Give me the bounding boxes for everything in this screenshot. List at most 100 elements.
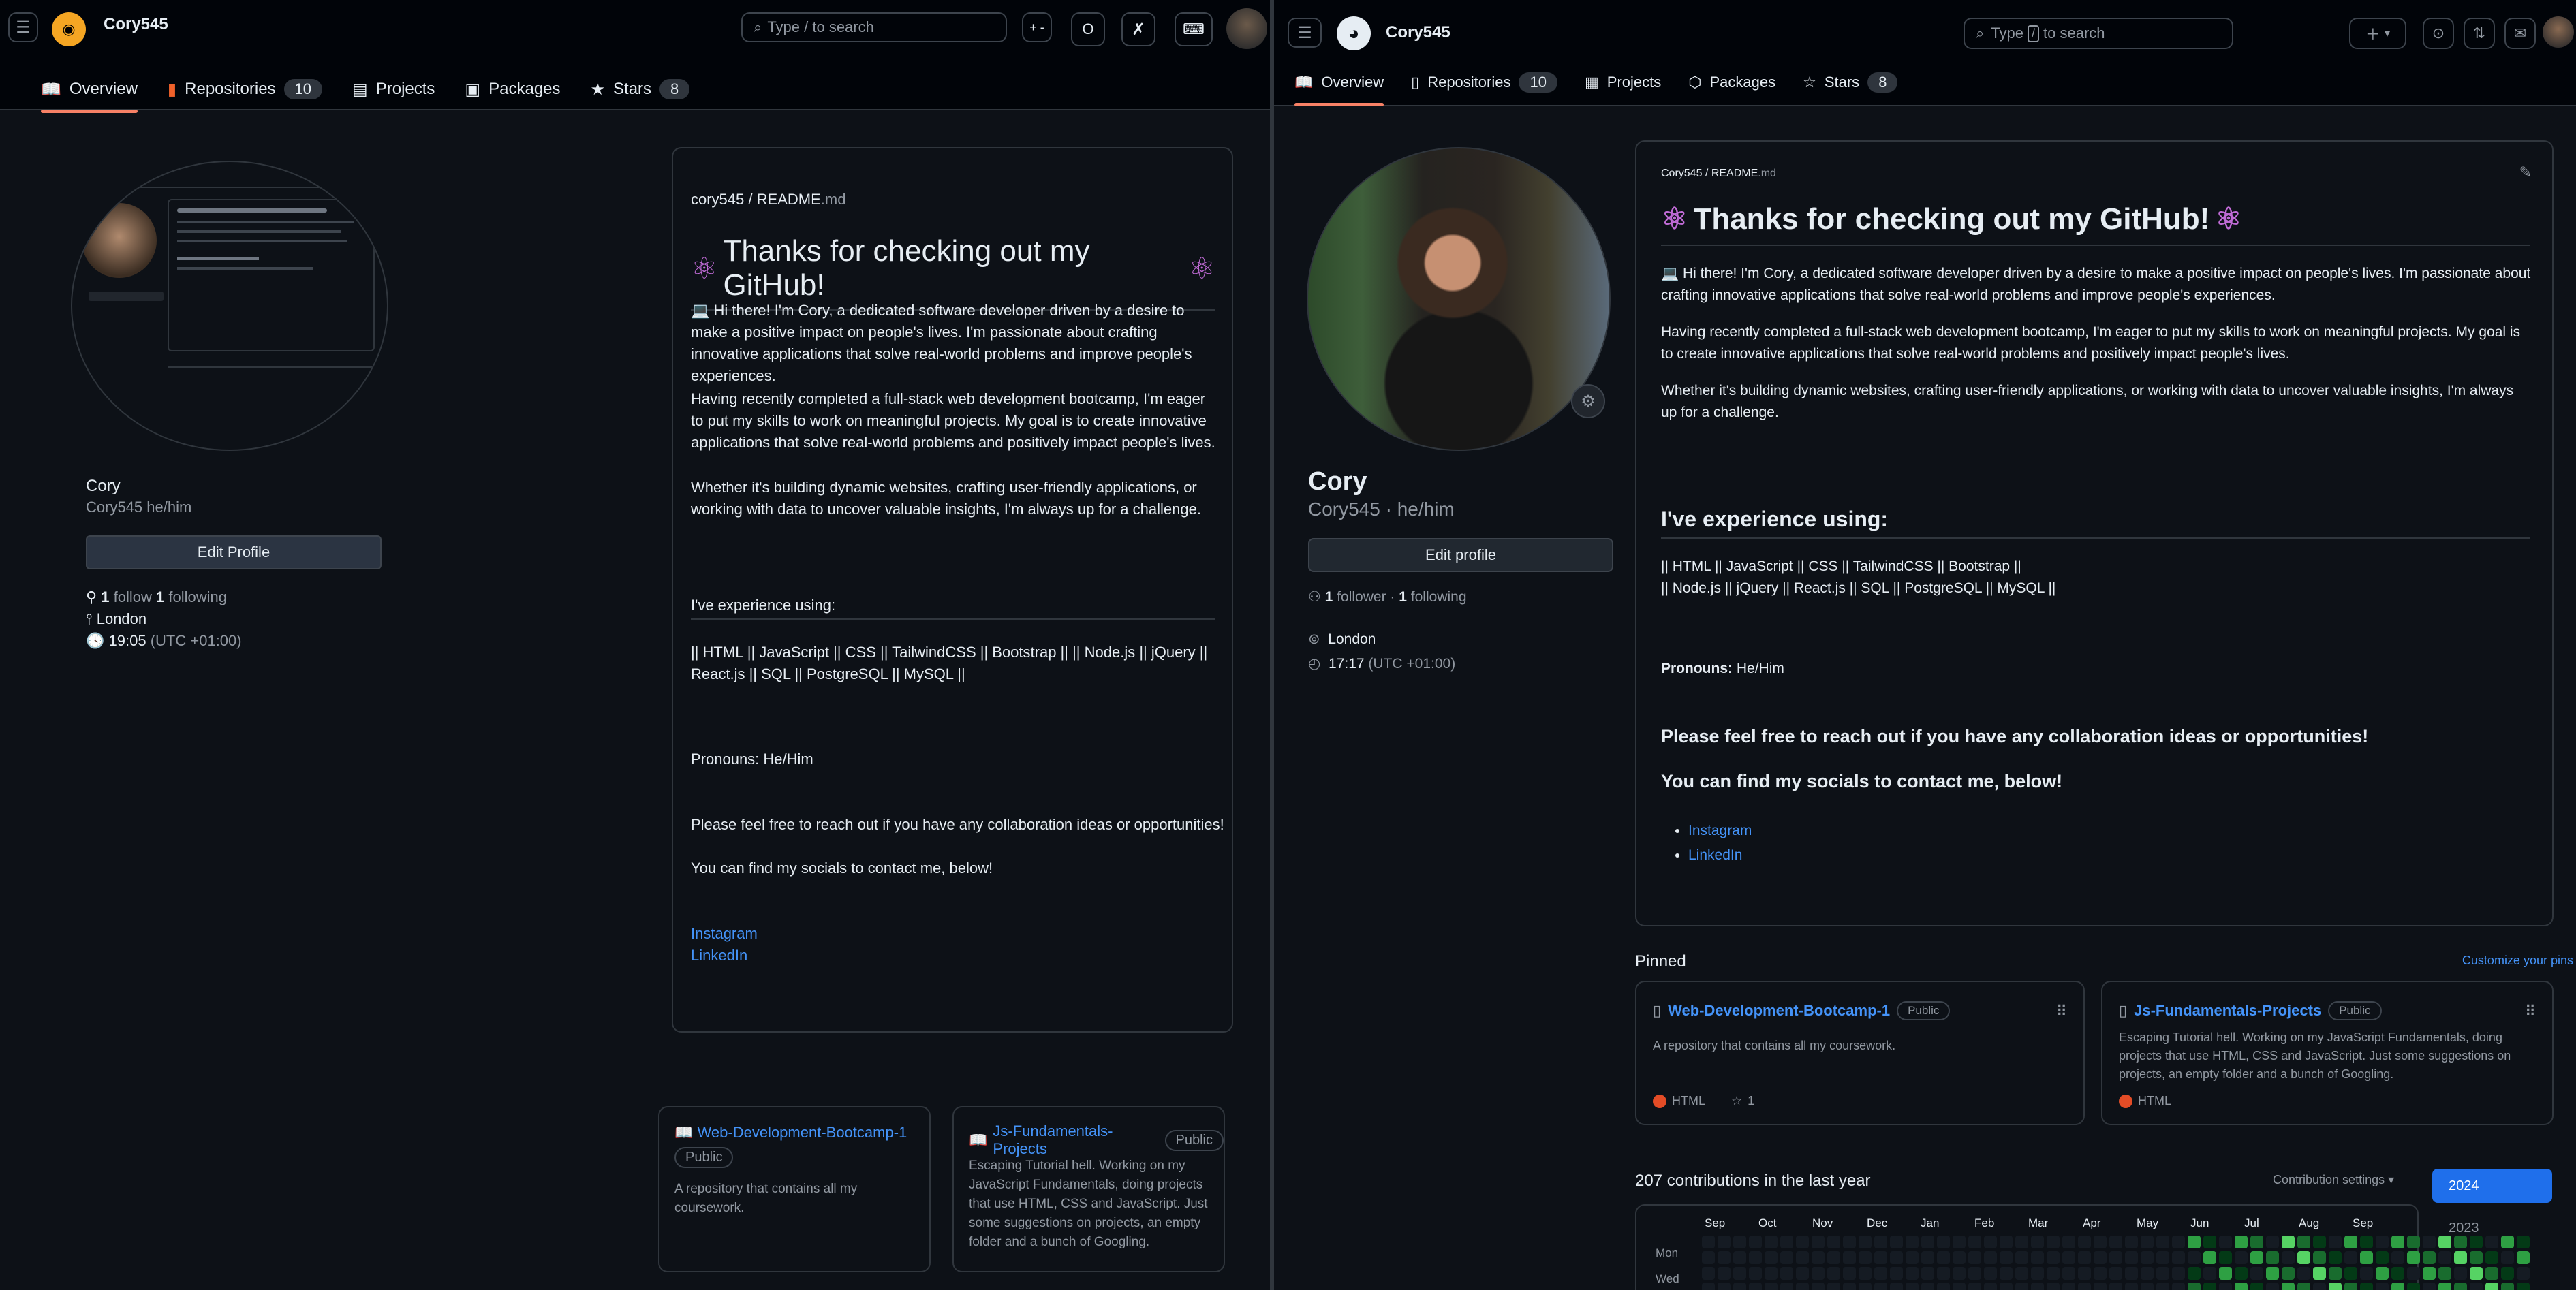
contribution-cell[interactable] (2047, 1251, 2060, 1264)
contribution-cell[interactable] (2438, 1236, 2451, 1248)
contribution-cell[interactable] (2344, 1267, 2357, 1280)
contribution-cell[interactable] (2172, 1267, 2185, 1280)
contribution-cell[interactable] (2282, 1236, 2295, 1248)
contribution-cell[interactable] (2219, 1283, 2232, 1290)
contribution-cell[interactable] (2109, 1283, 2122, 1290)
contribution-cell[interactable] (2062, 1267, 2075, 1280)
contribution-cell[interactable] (2188, 1283, 2201, 1290)
contribution-cell[interactable] (1890, 1283, 1903, 1290)
contribution-cell[interactable] (1968, 1283, 1981, 1290)
contribution-cell[interactable] (2250, 1236, 2263, 1248)
contribution-cell[interactable] (2062, 1251, 2075, 1264)
contribution-cell[interactable] (2470, 1267, 2483, 1280)
contribution-cell[interactable] (2062, 1283, 2075, 1290)
contribution-cell[interactable] (1718, 1251, 1731, 1264)
readme-file-link[interactable]: README (757, 191, 821, 208)
customize-pins-link[interactable]: Customize your pins (2462, 954, 2573, 968)
contribution-cell[interactable] (1906, 1251, 1919, 1264)
contribution-cell[interactable] (1937, 1283, 1950, 1290)
contribution-cell[interactable] (2235, 1236, 2248, 1248)
github-logo-icon[interactable]: ◉ (52, 12, 86, 46)
contribution-cell[interactable] (2094, 1251, 2107, 1264)
contribution-cell[interactable] (2517, 1283, 2530, 1290)
contribution-cell[interactable] (1812, 1251, 1825, 1264)
contribution-cell[interactable] (2141, 1267, 2154, 1280)
contribution-cell[interactable] (2141, 1251, 2154, 1264)
contribution-cell[interactable] (2000, 1236, 2013, 1248)
contribution-cell[interactable] (2141, 1236, 2154, 1248)
contribution-cell[interactable] (2031, 1251, 2044, 1264)
contribution-cell[interactable] (1843, 1251, 1856, 1264)
contribution-cell[interactable] (2485, 1267, 2498, 1280)
github-logo-icon[interactable]: ◕ (1337, 16, 1371, 50)
contribution-cell[interactable] (1937, 1251, 1950, 1264)
contribution-cell[interactable] (1765, 1283, 1778, 1290)
contribution-cell[interactable] (2219, 1251, 2232, 1264)
contribution-cell[interactable] (2188, 1236, 2201, 1248)
tab-stars[interactable]: ☆ Stars 8 (1803, 72, 1898, 93)
contribution-cell[interactable] (1765, 1267, 1778, 1280)
contribution-cell[interactable] (2000, 1283, 2013, 1290)
profile-avatar[interactable] (71, 161, 388, 451)
contribution-cell[interactable] (1874, 1236, 1887, 1248)
contribution-cell[interactable] (1874, 1283, 1887, 1290)
contribution-cell[interactable] (2485, 1251, 2498, 1264)
contribution-cell[interactable] (1906, 1236, 1919, 1248)
contribution-cell[interactable] (2501, 1267, 2514, 1280)
contribution-cell[interactable] (2344, 1251, 2357, 1264)
contribution-cell[interactable] (1843, 1267, 1856, 1280)
inbox-button[interactable]: ⌨ (1175, 12, 1213, 46)
contribution-cell[interactable] (2438, 1267, 2451, 1280)
year-2023-button[interactable]: 2023 (2449, 1221, 2479, 1236)
contribution-cell[interactable] (2047, 1267, 2060, 1280)
search-input[interactable]: ⌕ Type / to search (741, 12, 1007, 42)
contribution-cell[interactable] (2062, 1236, 2075, 1248)
contribution-cell[interactable] (2470, 1283, 2483, 1290)
contribution-cell[interactable] (2078, 1251, 2091, 1264)
contribution-cell[interactable] (1921, 1267, 1934, 1280)
contribution-cell[interactable] (1796, 1251, 1809, 1264)
header-username[interactable]: Cory545 (1386, 23, 1450, 42)
contribution-cell[interactable] (2203, 1267, 2216, 1280)
tab-overview[interactable]: 📖 Overview (41, 79, 138, 113)
contribution-cell[interactable] (2015, 1267, 2028, 1280)
user-avatar-small[interactable] (1226, 8, 1267, 49)
inbox-button[interactable]: ✉ (2504, 18, 2536, 49)
contribution-settings-button[interactable]: Contribution settings ▾ (2273, 1173, 2394, 1187)
contribution-cell[interactable] (2109, 1267, 2122, 1280)
contribution-cell[interactable] (2031, 1236, 2044, 1248)
contribution-cell[interactable] (2297, 1283, 2310, 1290)
contribution-cell[interactable] (1953, 1236, 1966, 1248)
header-username[interactable]: Cory545 (104, 15, 168, 34)
contribution-cell[interactable] (2282, 1283, 2295, 1290)
contribution-cell[interactable] (2172, 1251, 2185, 1264)
contribution-cell[interactable] (1984, 1283, 1997, 1290)
contribution-cell[interactable] (2219, 1236, 2232, 1248)
contribution-cell[interactable] (2313, 1267, 2326, 1280)
contribution-cell[interactable] (1812, 1236, 1825, 1248)
contribution-cell[interactable] (2172, 1283, 2185, 1290)
profile-avatar[interactable] (1307, 147, 1611, 451)
tab-packages[interactable]: ▣ Packages (465, 79, 560, 99)
pull-requests-button[interactable]: ✗ (1121, 12, 1155, 46)
set-status-button[interactable]: ⚙ (1571, 384, 1605, 418)
tab-stars[interactable]: ★ Stars 8 (591, 79, 690, 99)
tab-projects[interactable]: ▤ Projects (352, 79, 435, 99)
pull-requests-button[interactable]: ⇅ (2464, 18, 2495, 49)
contribution-cell[interactable] (1890, 1267, 1903, 1280)
contribution-cell[interactable] (2141, 1283, 2154, 1290)
contribution-cell[interactable] (1827, 1267, 1840, 1280)
contribution-cell[interactable] (2407, 1236, 2420, 1248)
edit-profile-button[interactable]: Edit Profile (86, 535, 382, 569)
contribution-cell[interactable] (1718, 1283, 1731, 1290)
contribution-cell[interactable] (2156, 1267, 2169, 1280)
contribution-cell[interactable] (1780, 1236, 1793, 1248)
pinned-repo-link[interactable]: Js-Fundamentals-Projects (993, 1122, 1159, 1158)
contribution-cell[interactable] (1859, 1236, 1872, 1248)
contribution-cell[interactable] (2094, 1236, 2107, 1248)
contribution-cell[interactable] (1733, 1283, 1746, 1290)
contribution-cell[interactable] (2266, 1267, 2279, 1280)
contribution-cell[interactable] (2407, 1267, 2420, 1280)
contribution-cell[interactable] (1733, 1267, 1746, 1280)
issues-button[interactable]: O (1071, 12, 1105, 46)
